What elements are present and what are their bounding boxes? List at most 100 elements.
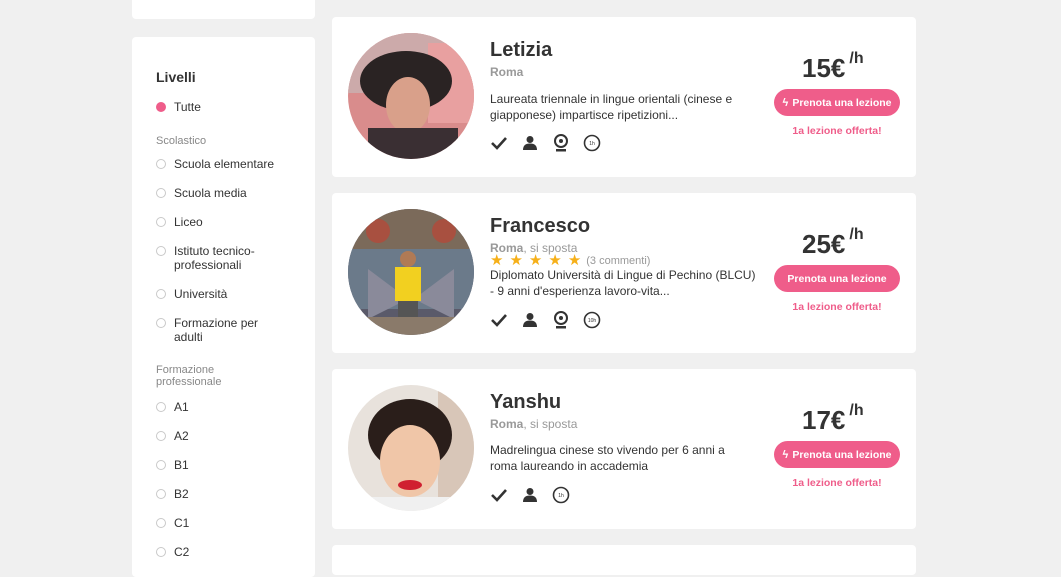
filter-option-label: Liceo (174, 215, 203, 229)
radio-icon[interactable] (156, 318, 166, 328)
filter-option-all[interactable]: Tutte (156, 100, 306, 114)
level-filter-panel: Livelli Tutte Scolastico Scuola elementa… (132, 37, 315, 577)
10h-pack-icon: 10h (583, 311, 601, 329)
filter-option-liceo[interactable]: Liceo (156, 215, 306, 229)
filter-option-istituto-tecnico[interactable]: Istituto tecnico-professionali (156, 244, 271, 272)
radio-icon[interactable] (156, 289, 166, 299)
check-icon (490, 486, 508, 504)
group-label-formazione-professionale: Formazione professionale (156, 364, 222, 388)
radio-icon[interactable] (156, 159, 166, 169)
avatar[interactable] (348, 33, 474, 159)
filter-title: Livelli (156, 69, 196, 85)
avatar[interactable] (348, 209, 474, 335)
bolt-icon: ϟ (782, 448, 789, 461)
radio-icon[interactable] (156, 246, 166, 256)
check-icon (490, 311, 508, 329)
webcam-icon (552, 134, 570, 152)
tutor-description: Diplomato Università di Lingue di Pechin… (490, 268, 756, 298)
filter-option-scuola-elementare[interactable]: Scuola elementare (156, 157, 306, 171)
filter-option-label: Istituto tecnico-professionali (174, 244, 255, 272)
radio-icon[interactable] (156, 402, 166, 412)
radio-icon[interactable] (156, 547, 166, 557)
tutor-features: 1h (490, 486, 583, 504)
1h-pack-icon: 1h (583, 134, 601, 152)
price-unit: /h (849, 226, 864, 243)
tutor-card[interactable]: Francesco Roma, si sposta ★ ★ ★ ★ ★ (3 c… (332, 193, 916, 353)
price-unit: /h (849, 50, 864, 67)
radio-icon[interactable] (156, 518, 166, 528)
tutor-city: Roma (490, 65, 524, 79)
filter-option-scuola-media[interactable]: Scuola media (156, 186, 306, 200)
tutor-name[interactable]: Francesco (490, 215, 590, 238)
filter-option-label: C1 (174, 516, 190, 530)
filter-option-label: B2 (174, 487, 189, 501)
filter-option-c1[interactable]: C1 (156, 516, 306, 530)
first-lesson-offer: 1a lezione offerta! (792, 301, 882, 313)
filter-option-label: Formazione per adulti (174, 316, 259, 344)
filter-option-label: A1 (174, 400, 189, 414)
tutor-features: 10h (490, 311, 614, 329)
filter-option-formazione-adulti[interactable]: Formazione per adulti (156, 316, 276, 344)
filter-option-label: A2 (174, 429, 189, 443)
radio-icon[interactable] (156, 188, 166, 198)
tutor-name[interactable]: Yanshu (490, 391, 561, 414)
filter-option-label: Tutte (174, 100, 201, 114)
filter-option-a1[interactable]: A1 (156, 400, 306, 414)
tutor-name[interactable]: Letizia (490, 39, 552, 62)
person-icon (521, 134, 539, 152)
review-count[interactable]: (3 commenti) (586, 255, 650, 267)
person-icon (521, 311, 539, 329)
tutor-location: Roma, si sposta (490, 417, 577, 431)
price-value: 17€ (802, 405, 846, 435)
icon-badge-text: 1h (589, 141, 595, 147)
bolt-icon: ϟ (782, 96, 789, 109)
avatar[interactable] (348, 385, 474, 511)
price-unit: /h (849, 402, 864, 419)
tutor-price: 15€/h (802, 50, 864, 84)
filter-option-label: C2 (174, 545, 190, 559)
tutor-card[interactable]: Yanshu Roma, si sposta Madrelingua cines… (332, 369, 916, 529)
radio-icon[interactable] (156, 431, 166, 441)
tutor-card[interactable]: Letizia Roma Laureata triennale in lingu… (332, 17, 916, 177)
radio-icon[interactable] (156, 217, 166, 227)
tutor-features: 1h (490, 134, 614, 152)
check-icon (490, 134, 508, 152)
tutor-location: Roma (490, 65, 523, 79)
icon-badge-text: 10h (588, 318, 597, 324)
filter-option-b1[interactable]: B1 (156, 458, 306, 472)
tutor-price: 17€/h (802, 402, 864, 436)
filter-option-universita[interactable]: Università (156, 287, 306, 301)
filter-option-label: B1 (174, 458, 189, 472)
price-value: 25€ (802, 229, 846, 259)
tutor-description: Madrelingua cinese sto vivendo per 6 ann… (490, 443, 725, 473)
tutor-moves: , si sposta (523, 417, 578, 431)
book-button-label: Prenota una lezione (787, 272, 887, 285)
price-value: 15€ (802, 53, 846, 83)
filter-option-c2[interactable]: C2 (156, 545, 306, 559)
tutor-price: 25€/h (802, 226, 864, 260)
book-button-label: Prenota una lezione (792, 448, 892, 461)
first-lesson-offer: 1a lezione offerta! (792, 125, 882, 137)
webcam-icon (552, 311, 570, 329)
group-label-scolastico: Scolastico (156, 135, 207, 147)
person-icon (521, 486, 539, 504)
previous-filter-card (132, 0, 315, 19)
book-button-label: Prenota una lezione (792, 96, 892, 109)
radio-checked-icon[interactable] (156, 102, 166, 112)
book-lesson-button[interactable]: ϟ Prenota una lezione (774, 89, 900, 116)
1h-pack-icon: 1h (552, 486, 570, 504)
tutor-card-partial[interactable] (332, 545, 916, 575)
filter-option-label: Scuola elementare (174, 157, 275, 171)
filter-option-a2[interactable]: A2 (156, 429, 306, 443)
radio-icon[interactable] (156, 460, 166, 470)
filter-option-label: Scuola media (174, 186, 247, 200)
icon-badge-text: 1h (558, 493, 564, 499)
tutor-city: Roma (490, 417, 524, 431)
first-lesson-offer: 1a lezione offerta! (792, 477, 882, 489)
filter-option-b2[interactable]: B2 (156, 487, 306, 501)
book-lesson-button[interactable]: ϟ Prenota una lezione (774, 441, 900, 468)
tutor-description: Laureata triennale in lingue orientali (… (490, 92, 733, 122)
filter-option-label: Università (174, 287, 228, 301)
radio-icon[interactable] (156, 489, 166, 499)
book-lesson-button[interactable]: Prenota una lezione (774, 265, 900, 292)
